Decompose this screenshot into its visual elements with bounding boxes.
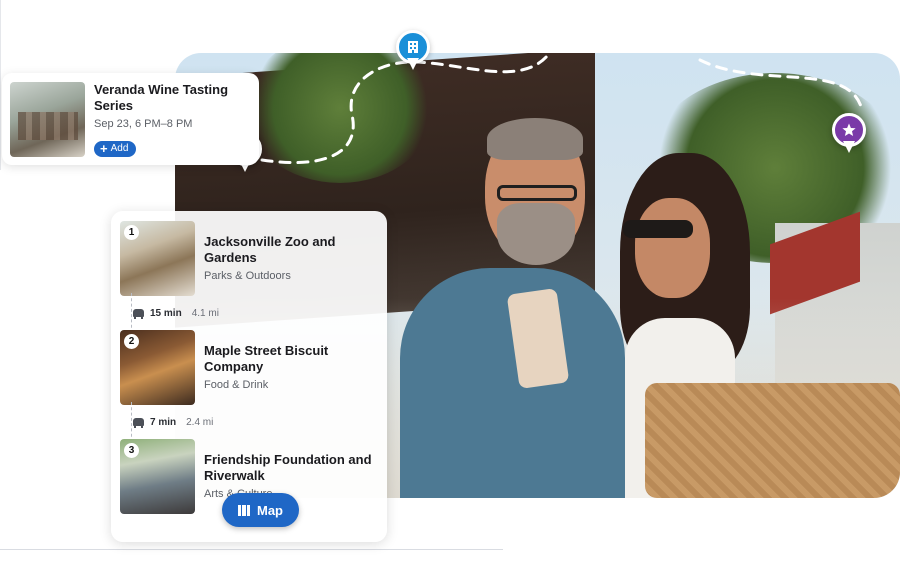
car-icon: [133, 418, 144, 428]
stop-number-badge: 1: [124, 225, 139, 240]
travel-leg: 7 min 2.4 mi: [129, 402, 214, 442]
stop-number-badge: 2: [124, 334, 139, 349]
stop-name: Jacksonville Zoo and Gardens: [204, 234, 336, 265]
stop-category: Food & Drink: [204, 379, 269, 391]
baseline-divider: [0, 549, 503, 550]
pin-tail: [407, 58, 419, 70]
leg-distance: 2.4 mi: [186, 416, 214, 428]
plus-icon: +: [100, 141, 108, 156]
leg-time: 7 min: [150, 416, 177, 428]
add-event-button[interactable]: + Add: [94, 141, 137, 157]
leg-distance: 4.1 mi: [191, 307, 219, 319]
photo-man-glasses: [497, 185, 577, 201]
add-button-label: Add: [110, 143, 129, 154]
map-button[interactable]: Map: [222, 493, 299, 527]
stop-name: Maple Street Biscuit Company: [204, 343, 329, 374]
event-thumbnail: [10, 82, 85, 157]
event-title: Veranda Wine Tasting Series: [94, 82, 229, 113]
photo-woman-sunglasses: [623, 220, 693, 238]
itinerary-stop[interactable]: 1 Jacksonville Zoo and Gardens Parks & O…: [120, 221, 380, 296]
hotel-pin[interactable]: [396, 30, 430, 74]
stop-thumbnail: 1: [120, 221, 195, 296]
favorite-pin[interactable]: [832, 113, 866, 157]
photo-woman-face: [635, 198, 710, 298]
itinerary-stop[interactable]: 2 Maple Street Biscuit Company Food & Dr…: [120, 330, 380, 405]
stop-category: Parks & Outdoors: [204, 270, 291, 282]
map-button-label: Map: [257, 502, 283, 518]
route-rail: [131, 402, 132, 442]
event-card[interactable]: Veranda Wine Tasting Series Sep 23, 6 PM…: [2, 73, 259, 165]
event-date: Sep 23, 6 PM–8 PM: [94, 118, 193, 130]
route-rail: [131, 293, 132, 333]
map-icon: [238, 504, 250, 516]
stop-thumbnail: 3: [120, 439, 195, 514]
stop-name: Friendship Foundation and Riverwalk: [204, 452, 372, 483]
pin-tail: [843, 141, 855, 153]
photo-woven-bag: [645, 383, 900, 498]
photo-man-hair: [487, 118, 583, 160]
edge-line: [0, 0, 1, 170]
photo-man-beard: [497, 203, 575, 265]
leg-time: 15 min: [150, 307, 182, 319]
car-icon: [133, 309, 144, 319]
stop-number-badge: 3: [124, 443, 139, 458]
travel-leg: 15 min 4.1 mi: [129, 293, 219, 333]
stop-thumbnail: 2: [120, 330, 195, 405]
